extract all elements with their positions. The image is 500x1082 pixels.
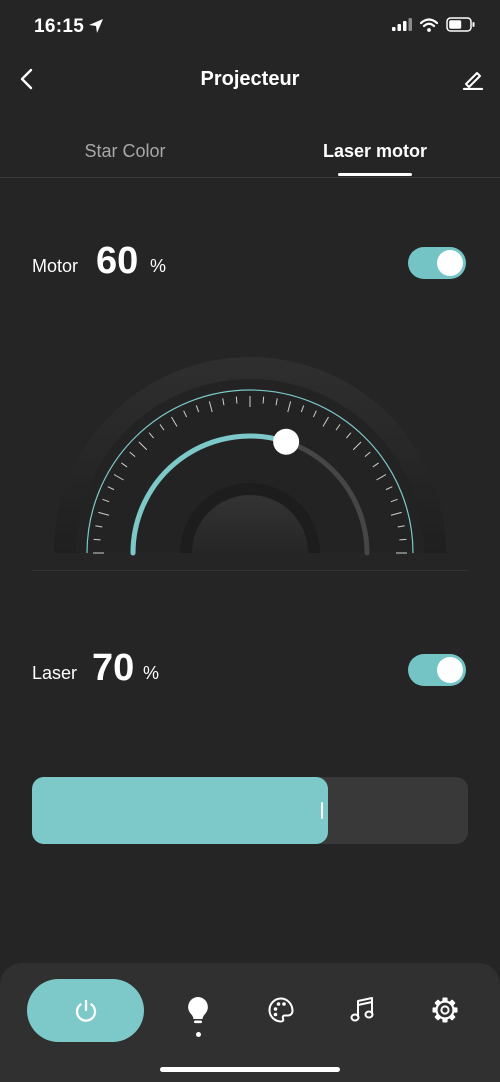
gauge-tick bbox=[235, 396, 238, 404]
motor-toggle-knob bbox=[437, 250, 463, 276]
laser-slider[interactable] bbox=[32, 777, 468, 844]
motor-unit: % bbox=[150, 256, 167, 276]
location-arrow-icon bbox=[89, 19, 103, 33]
laser-label: Laser bbox=[32, 663, 78, 683]
nav-color-button[interactable] bbox=[264, 993, 298, 1027]
battery-icon bbox=[446, 17, 475, 32]
gear-icon bbox=[432, 997, 458, 1023]
nav-light-button[interactable] bbox=[181, 993, 215, 1027]
gauge-tick bbox=[262, 396, 265, 404]
status-time: 16:15 bbox=[34, 16, 85, 37]
power-button[interactable] bbox=[27, 979, 144, 1042]
gauge-knob[interactable] bbox=[273, 428, 300, 455]
laser-toggle[interactable] bbox=[408, 654, 466, 686]
active-tab-indicator bbox=[338, 173, 412, 176]
gauge-tick bbox=[93, 538, 101, 541]
laser-slider-fill bbox=[32, 777, 328, 844]
status-icons bbox=[392, 17, 476, 32]
nav-settings-button[interactable] bbox=[428, 993, 462, 1027]
tab-laser-motor[interactable]: Laser motor bbox=[250, 141, 500, 162]
active-nav-dot bbox=[196, 1032, 201, 1037]
home-indicator bbox=[160, 1067, 340, 1072]
motor-toggle[interactable] bbox=[408, 247, 466, 279]
nav-music-button[interactable] bbox=[345, 993, 379, 1027]
cellular-signal-icon bbox=[392, 18, 412, 31]
gauge-tick bbox=[399, 538, 407, 541]
motor-value: 60 bbox=[96, 240, 139, 282]
laser-unit: % bbox=[143, 663, 160, 683]
power-icon bbox=[75, 999, 96, 1022]
pencil-icon bbox=[462, 72, 484, 90]
wifi-icon bbox=[420, 17, 438, 32]
page-title: Projecteur bbox=[200, 68, 300, 90]
palette-icon bbox=[268, 997, 294, 1023]
edit-button[interactable] bbox=[460, 64, 486, 94]
motor-label: Motor bbox=[32, 256, 79, 276]
motor-gauge[interactable] bbox=[50, 355, 450, 559]
laser-toggle-knob bbox=[437, 657, 463, 683]
bottom-nav bbox=[0, 963, 500, 1082]
bulb-icon bbox=[188, 997, 208, 1024]
laser-value: 70 bbox=[92, 647, 135, 689]
tab-bar: Star Color Laser motor bbox=[0, 124, 500, 178]
tab-star-color[interactable]: Star Color bbox=[0, 141, 250, 162]
nav-bar: Projecteur bbox=[0, 56, 500, 106]
music-note-icon bbox=[350, 997, 374, 1022]
status-bar: 16:15 bbox=[0, 0, 500, 56]
section-divider bbox=[32, 570, 468, 571]
laser-slider-handle[interactable] bbox=[321, 802, 323, 819]
